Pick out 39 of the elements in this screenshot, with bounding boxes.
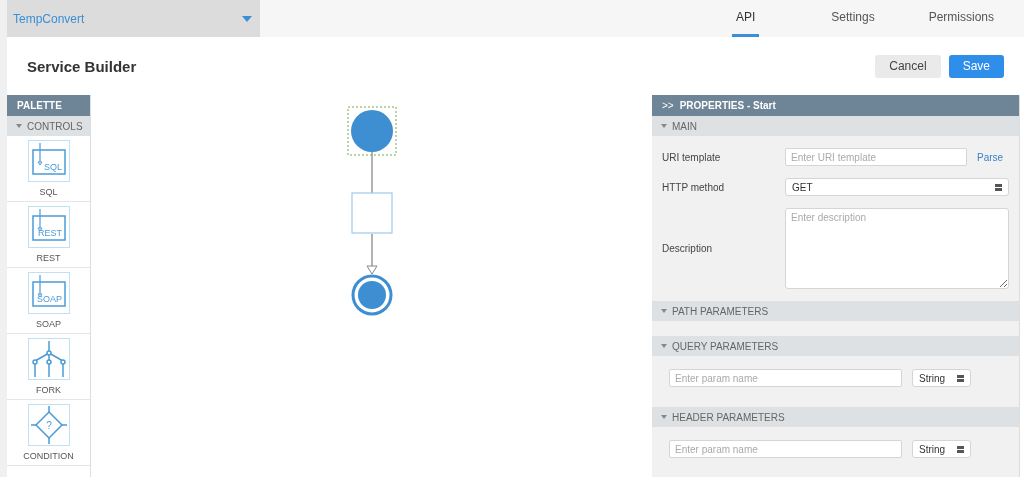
section-header[interactable]: PATH PARAMETERS bbox=[652, 301, 1019, 321]
field-label: URI template bbox=[662, 151, 722, 163]
section-header[interactable]: QUERY PARAMETERS bbox=[652, 336, 1019, 356]
page-title: Service Builder bbox=[27, 57, 137, 75]
palette-item[interactable]: ? CONDITION bbox=[7, 400, 90, 466]
description-field[interactable]: Enter description bbox=[785, 208, 1009, 289]
fork-icon bbox=[27, 338, 70, 380]
field-label: HTTP method bbox=[662, 181, 726, 193]
task-icon: SOAP bbox=[27, 272, 70, 314]
section-header[interactable]: CONTROLS bbox=[7, 116, 90, 136]
task-icon: SQL bbox=[27, 140, 70, 182]
section-header[interactable]: HEADER PARAMETERS bbox=[652, 407, 1019, 427]
palette-header: PALETTE bbox=[7, 95, 90, 116]
task-node[interactable] bbox=[351, 192, 393, 234]
task-icon: REST bbox=[27, 206, 70, 248]
palette-item[interactable]: FORK bbox=[7, 334, 90, 400]
end-node[interactable] bbox=[351, 274, 393, 316]
connector-arrow bbox=[366, 233, 378, 275]
param-name-field[interactable]: Enter param name bbox=[669, 440, 902, 458]
method-select[interactable]: GET bbox=[785, 178, 1009, 196]
tab[interactable]: API bbox=[731, 0, 760, 37]
caret-icon bbox=[242, 15, 252, 22]
condition-icon: ? bbox=[27, 404, 70, 446]
type-select[interactable]: String bbox=[912, 440, 971, 458]
collapse-toggle[interactable]: >> bbox=[662, 100, 674, 111]
tab[interactable]: Settings bbox=[809, 0, 897, 37]
parse-link[interactable]: Parse bbox=[977, 151, 1004, 163]
param-name-field[interactable]: Enter param name bbox=[669, 369, 902, 387]
tab[interactable]: Permissions bbox=[906, 0, 1014, 37]
start-node[interactable] bbox=[347, 106, 397, 156]
section-header[interactable]: MAIN bbox=[652, 116, 1019, 136]
palette-item[interactable]: SOAP SOAP bbox=[7, 268, 90, 334]
uri-field[interactable]: Enter URI template bbox=[785, 148, 967, 166]
type-select[interactable]: String bbox=[912, 369, 971, 387]
palette-item[interactable]: REST REST bbox=[7, 202, 90, 268]
cancel-button[interactable]: Cancel bbox=[875, 54, 941, 78]
palette-item[interactable]: SQL SQL bbox=[7, 136, 90, 202]
field-label: Description bbox=[662, 243, 714, 254]
panel-title: PROPERTIES - Start bbox=[679, 100, 776, 111]
